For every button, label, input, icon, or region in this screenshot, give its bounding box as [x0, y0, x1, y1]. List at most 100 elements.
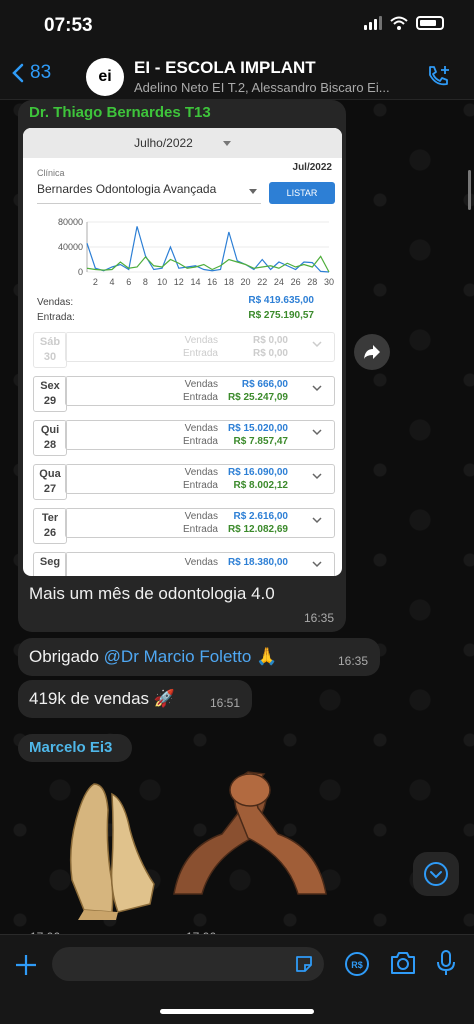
- x-tick-label: 22: [257, 277, 267, 287]
- day-box: Sex 29: [33, 376, 67, 412]
- forward-button[interactable]: [354, 334, 390, 370]
- day-box: Qui 28: [33, 420, 67, 456]
- x-tick-label: 18: [224, 277, 234, 287]
- period-selector: Julho/2022: [23, 128, 342, 158]
- weekday: Qui: [40, 424, 60, 436]
- message-time: 16:51: [209, 696, 240, 710]
- entry-label: Entrada:: [37, 312, 75, 323]
- microphone-icon[interactable]: [436, 949, 456, 977]
- chevron-down-circle-icon: [424, 862, 448, 886]
- sales-label: Vendas:: [37, 297, 74, 308]
- y-tick-label: 40000: [58, 242, 83, 252]
- pray-emoji: 🙏: [256, 647, 278, 666]
- user-mention[interactable]: @Dr Marcio Foletto: [104, 647, 252, 666]
- day-number: 29: [43, 395, 57, 407]
- chevron-down-icon: [312, 385, 322, 392]
- day-row: Qua 27 Vendas R$ 16.090,00 Entrada R$ 8.0…: [33, 464, 335, 500]
- forward-arrow-icon: [364, 345, 380, 359]
- x-tick-label: 14: [190, 277, 200, 287]
- x-tick-label: 24: [274, 277, 284, 287]
- entrada-label: Entrada: [182, 480, 218, 491]
- vendas-label: Vendas: [184, 511, 218, 522]
- day-number: 27: [43, 483, 57, 495]
- weekday: Sex: [40, 380, 60, 392]
- message-text-start: Obrigado: [29, 647, 104, 666]
- payment-icon[interactable]: R$: [344, 951, 370, 977]
- status-icons: [364, 16, 444, 30]
- y-tick-label: 0: [78, 267, 83, 277]
- chevron-down-icon: [312, 517, 322, 524]
- day-number: 28: [43, 439, 57, 451]
- chat-title[interactable]: EI - ESCOLA IMPLANT: [134, 58, 316, 78]
- y-tick-label: 80000: [58, 218, 83, 227]
- back-button[interactable]: 83: [12, 62, 51, 84]
- message-time: 16:35: [337, 654, 368, 668]
- list-button: LISTAR: [269, 182, 335, 204]
- plus-icon[interactable]: [14, 953, 38, 977]
- chevron-down-icon: [312, 561, 322, 568]
- sender-label-bubble[interactable]: Marcelo Ei3: [18, 734, 132, 762]
- entrada-value: R$ 12.082,69: [227, 524, 288, 535]
- vendas-value: R$ 18.380,00: [227, 557, 288, 568]
- vendas-label: Vendas: [184, 423, 218, 434]
- sender-name: Dr. Thiago Bernardes T13: [29, 104, 211, 121]
- praying-hands-sticker[interactable]: [54, 780, 160, 920]
- rocket-emoji: 🚀: [153, 689, 175, 708]
- message-text: Obrigado @Dr Marcio Foletto 🙏: [29, 647, 277, 667]
- message-bubble-text[interactable]: 419k de vendas 🚀 16:51: [18, 680, 252, 718]
- chevron-down-icon: [312, 429, 322, 436]
- entrada-label: Entrada: [182, 436, 218, 447]
- vendas-label: Vendas: [184, 557, 218, 568]
- caret-down-icon: [222, 140, 231, 146]
- message-text-body: 419k de vendas: [29, 689, 150, 708]
- message-bubble-text[interactable]: Obrigado @Dr Marcio Foletto 🙏 16:35: [18, 638, 380, 676]
- clinic-label: Clínica: [37, 168, 65, 178]
- scroll-down-button[interactable]: [413, 852, 459, 896]
- day-number: 30: [43, 351, 57, 363]
- weekday: Qua: [39, 468, 61, 480]
- message-input[interactable]: [52, 947, 324, 981]
- month-label: Jul/2022: [292, 162, 332, 173]
- svg-text:R$: R$: [351, 960, 363, 970]
- day-row: Seg Vendas R$ 18.380,00: [33, 552, 335, 576]
- vendas-value: R$ 0,00: [252, 335, 288, 346]
- vendas-label: Vendas: [184, 467, 218, 478]
- day-box: Qua 27: [33, 464, 67, 500]
- day-number: 26: [43, 527, 57, 539]
- group-avatar[interactable]: ei: [86, 58, 124, 96]
- sender-name: Marcelo Ei3: [29, 739, 113, 756]
- chat-subtitle[interactable]: Adelino Neto EI T.2, Alessandro Biscaro …: [134, 80, 404, 95]
- weekday: Seg: [39, 556, 61, 568]
- day-card: Vendas R$ 2.616,00 Entrada R$ 12.082,69: [65, 508, 335, 538]
- home-indicator: [160, 1009, 314, 1014]
- day-card: Vendas R$ 16.090,00 Entrada R$ 8.002,12: [65, 464, 335, 494]
- x-tick-label: 8: [143, 277, 148, 287]
- chevron-down-icon: [312, 473, 322, 480]
- day-row: Ter 26 Vendas R$ 2.616,00 Entrada R$ 12.0…: [33, 508, 335, 544]
- chevron-left-icon: [12, 63, 24, 83]
- sales-line-chart: 800004000002 4 6 8 10 12 14 16 18 20 22 24 26 28 30: [58, 218, 334, 287]
- x-tick-label: 4: [110, 277, 115, 287]
- image-caption: Mais um mês de odontologia 4.0: [29, 584, 275, 603]
- period-label: Julho/2022: [134, 136, 193, 150]
- day-card: Vendas R$ 15.020,00 Entrada R$ 7.857,47: [65, 420, 335, 450]
- chat-header: 83 ei EI - ESCOLA IMPLANT Adelino Neto E…: [0, 50, 474, 100]
- status-bar: 07:53: [0, 0, 474, 50]
- x-tick-label: 2: [93, 277, 98, 287]
- x-tick-label: 12: [174, 277, 184, 287]
- shared-screenshot[interactable]: Julho/2022 Jul/2022 Clínica Bernardes Od…: [23, 128, 342, 576]
- message-text: 419k de vendas 🚀: [29, 689, 175, 709]
- day-box: Ter 26: [33, 508, 67, 544]
- battery-icon: [416, 16, 444, 30]
- entrada-value: R$ 8.002,12: [233, 480, 289, 491]
- day-card: Vendas R$ 666,00 Entrada R$ 25.247,09: [65, 376, 335, 406]
- day-row: Qui 28 Vendas R$ 15.020,00 Entrada R$ 7.8…: [33, 420, 335, 456]
- weekday: Ter: [41, 512, 59, 524]
- camera-icon[interactable]: [389, 951, 417, 975]
- entry-value: R$ 275.190,57: [248, 310, 314, 321]
- sticker-icon[interactable]: [294, 954, 314, 974]
- add-call-icon[interactable]: [426, 64, 452, 88]
- caret-down-icon: [249, 189, 257, 194]
- arm-wrestling-sticker[interactable]: [172, 768, 328, 896]
- scroll-indicator[interactable]: [468, 170, 471, 210]
